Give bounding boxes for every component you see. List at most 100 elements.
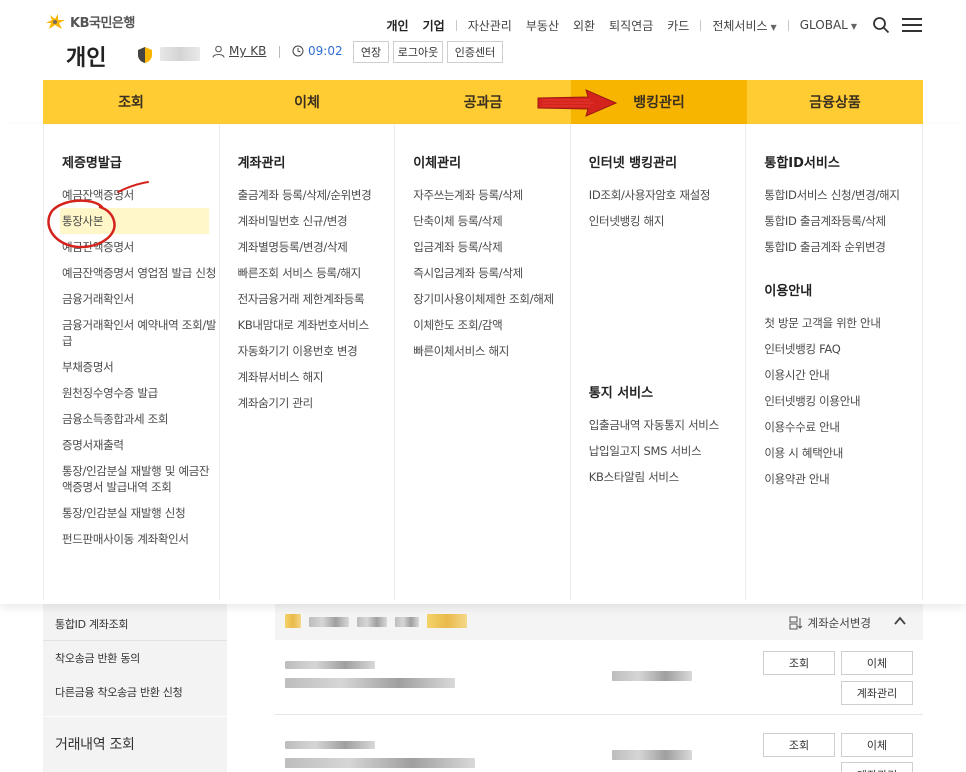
cert-center-button[interactable]: 인증센터 xyxy=(447,41,503,63)
sidebar-item-transaction-history[interactable]: 거래내역 조회 xyxy=(55,734,135,754)
menu-item[interactable]: 즉시입금계좌 등록/삭제 xyxy=(411,260,570,286)
tab-inquiry[interactable]: 조회 xyxy=(43,80,219,124)
menu-item[interactable]: 계좌뷰서비스 해지 xyxy=(236,364,395,390)
menu-item[interactable]: 이용수수료 안내 xyxy=(762,414,922,440)
redacted-account-number xyxy=(285,678,455,688)
tab-financial-products[interactable]: 금융상품 xyxy=(747,80,923,124)
redacted-text xyxy=(309,617,349,627)
sidebar-item-integrated-id[interactable]: 통합ID 계좌조회 xyxy=(55,616,129,632)
menu-item[interactable]: 빠른이체서비스 해지 xyxy=(411,338,570,364)
caret-down-icon: ▼ xyxy=(850,22,857,31)
menu-item[interactable]: 자주쓰는계좌 등록/삭제 xyxy=(411,182,570,208)
sidebar-item-other-remittance[interactable]: 다른금융 착오송금 반환 신청 xyxy=(55,684,183,700)
menu-heading: 이용안내 xyxy=(764,284,813,299)
top-nav-personal[interactable]: 개인 xyxy=(380,17,416,34)
menu-item[interactable]: 인터넷뱅킹 해지 xyxy=(587,208,746,234)
menu-item[interactable]: 통장/인감분실 재발행 신청 xyxy=(60,500,219,526)
menu-item[interactable]: 이체한도 조회/감액 xyxy=(411,312,570,338)
menu-heading: 이체관리 xyxy=(413,156,462,171)
menu-item[interactable]: 출금계좌 등록/삭제/순위변경 xyxy=(236,182,395,208)
menu-item[interactable]: 전자금융거래 제한계좌등록 xyxy=(236,286,395,312)
account-manage-button[interactable]: 계좌관리 xyxy=(841,762,913,772)
timer-value: 09:02 xyxy=(308,44,343,58)
menu-heading: 통지 서비스 xyxy=(588,386,654,401)
menu-item[interactable]: 입금계좌 등록/삭제 xyxy=(411,234,570,260)
menu-item[interactable]: 이용약관 안내 xyxy=(762,466,922,492)
menu-item[interactable]: 증명서재출력 xyxy=(60,432,219,458)
global-label: GLOBAL xyxy=(799,18,848,32)
menu-item[interactable]: 부채증명서 xyxy=(60,354,219,380)
menu-item[interactable]: 통합ID 출금계좌 순위변경 xyxy=(762,234,922,260)
menu-item[interactable]: 통장/인감분실 재발행 및 예금잔액증명서 발급내역 조회 xyxy=(60,458,219,500)
menu-item[interactable]: 자동화기기 이용번호 변경 xyxy=(236,338,395,364)
menu-heading: 제증명발급 xyxy=(62,156,122,171)
menu-item[interactable]: 인터넷뱅킹 이용안내 xyxy=(762,388,922,414)
kb-logo[interactable]: KB국민은행 xyxy=(44,12,135,31)
top-nav-all-services[interactable]: 전체서비스 ▼ xyxy=(705,17,783,34)
menu-heading: 통합ID서비스 xyxy=(764,156,840,171)
redacted-account-number xyxy=(285,758,475,768)
menu-item[interactable]: 장기미사용이체제한 조회/해제 xyxy=(411,286,570,312)
inquiry-button[interactable]: 조회 xyxy=(763,733,835,757)
search-icon[interactable] xyxy=(872,16,890,34)
chevron-up-icon[interactable] xyxy=(893,614,907,628)
reorder-accounts-button[interactable]: 계좌순서변경 xyxy=(789,615,871,631)
top-nav-card[interactable]: 카드 xyxy=(660,17,696,34)
menu-item[interactable]: 첫 방문 고객을 위한 안내 xyxy=(762,310,922,336)
top-nav-asset[interactable]: 자산관리 xyxy=(461,17,519,34)
menu-column-internet-banking: 인터넷 뱅킹관리 ID조회/사용자암호 재설정 인터넷뱅킹 해지 통지 서비스 입… xyxy=(571,124,747,600)
menu-item[interactable]: KB내맘대로 계좌번호서비스 xyxy=(236,312,395,338)
logout-button[interactable]: 로그아웃 xyxy=(393,41,443,63)
sidebar-item-mistaken-remittance[interactable]: 착오송금 반환 동의 xyxy=(55,650,140,666)
sort-icon xyxy=(789,616,802,630)
menu-item[interactable]: 통합ID 출금계좌등록/삭제 xyxy=(762,208,922,234)
menu-item[interactable]: 이용 시 혜택안내 xyxy=(762,440,922,466)
menu-item[interactable]: 원천징수영수증 발급 xyxy=(60,380,219,406)
caret-down-icon: ▼ xyxy=(770,22,777,32)
menu-item[interactable]: 통합ID서비스 신청/변경/해지 xyxy=(762,182,922,208)
menu-item[interactable]: 금융소득종합과세 조회 xyxy=(60,406,219,432)
account-group-header: 계좌순서변경 xyxy=(275,604,923,640)
top-nav-realestate[interactable]: 부동산 xyxy=(519,17,566,34)
mega-menu: 제증명발급 예금잔액증명서 통장사본 예금잔액증명서 예금잔액증명서 영업점 발급 신… xyxy=(43,124,923,600)
menu-item[interactable]: 입출금내역 자동통지 서비스 xyxy=(587,412,746,438)
menu-item[interactable]: KB스타알림 서비스 xyxy=(587,464,746,490)
menu-item[interactable]: 금융거래확인서 예약내역 조회/발급 xyxy=(60,312,219,354)
tab-transfer[interactable]: 이체 xyxy=(219,80,395,124)
page-title: 개인 xyxy=(66,46,107,71)
transfer-button[interactable]: 이체 xyxy=(841,651,913,675)
hamburger-menu-icon[interactable] xyxy=(902,17,922,33)
sidebar: 통합ID 계좌조회 착오송금 반환 동의 다른금융 착오송금 반환 신청 거래내… xyxy=(43,604,227,772)
redacted-account-name xyxy=(285,661,375,669)
transfer-button[interactable]: 이체 xyxy=(841,733,913,757)
menu-item[interactable]: 예금잔액증명서 xyxy=(60,234,219,260)
extend-button[interactable]: 연장 xyxy=(353,41,389,63)
menu-item[interactable]: 예금잔액증명서 영업점 발급 신청 xyxy=(60,260,219,286)
user-name-blurred xyxy=(160,47,200,61)
menu-item[interactable]: ID조회/사용자암호 재설정 xyxy=(587,182,746,208)
menu-item[interactable]: 납입일고지 SMS 서비스 xyxy=(587,438,746,464)
redacted-text xyxy=(357,617,387,627)
top-nav-pension[interactable]: 퇴직연금 xyxy=(602,17,660,34)
menu-heading: 계좌관리 xyxy=(237,156,286,171)
menu-item[interactable]: 통장사본 xyxy=(60,208,209,234)
my-kb-link[interactable]: My KB xyxy=(212,44,266,58)
menu-item[interactable]: 빠른조회 서비스 등록/해지 xyxy=(236,260,395,286)
menu-item[interactable]: 펀드판매사이동 계좌확인서 xyxy=(60,526,219,552)
top-nav-business[interactable]: 기업 xyxy=(416,17,452,34)
main-nav: 조회 이체 공과금 뱅킹관리 금융상품 xyxy=(43,80,923,124)
menu-item[interactable]: 단축이체 등록/삭제 xyxy=(411,208,570,234)
top-nav-global[interactable]: GLOBAL ▼ xyxy=(793,18,864,32)
user-icon xyxy=(212,45,225,58)
menu-item[interactable]: 계좌별명등록/변경/삭제 xyxy=(236,234,395,260)
menu-item[interactable]: 이용시간 안내 xyxy=(762,362,922,388)
top-nav-forex[interactable]: 외환 xyxy=(566,17,602,34)
menu-item[interactable]: 계좌숨기기 관리 xyxy=(236,390,395,416)
menu-item[interactable]: 인터넷뱅킹 FAQ xyxy=(762,336,922,362)
account-manage-button[interactable]: 계좌관리 xyxy=(841,681,913,705)
menu-item[interactable]: 금융거래확인서 xyxy=(60,286,219,312)
menu-item[interactable]: 계좌비밀번호 신규/변경 xyxy=(236,208,395,234)
divider xyxy=(43,716,227,717)
inquiry-button[interactable]: 조회 xyxy=(763,651,835,675)
